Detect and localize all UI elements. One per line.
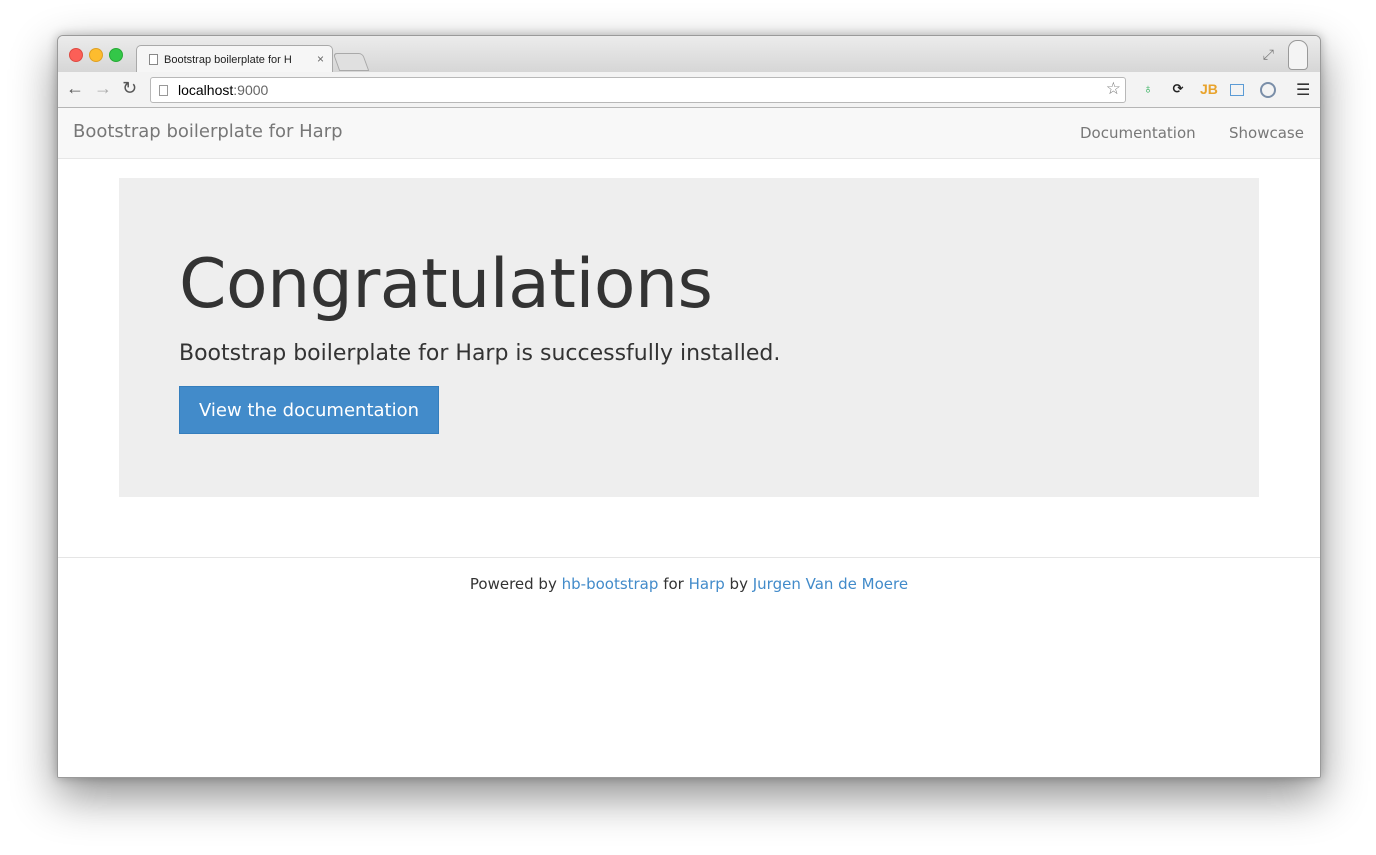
extension-jetbrains-icon[interactable]: JB bbox=[1200, 81, 1218, 97]
profile-avatar-icon[interactable] bbox=[1288, 40, 1308, 70]
url-port: :9000 bbox=[233, 82, 269, 98]
footer-link-hb-bootstrap[interactable]: hb-bootstrap bbox=[562, 575, 659, 593]
browser-tab[interactable]: Bootstrap boilerplate for H × bbox=[136, 45, 333, 73]
tab-title: Bootstrap boilerplate for H bbox=[164, 53, 292, 66]
forward-arrow-icon[interactable]: → bbox=[94, 78, 112, 99]
jumbotron: Congratulations Bootstrap boilerplate fo… bbox=[119, 178, 1259, 497]
footer-for: for bbox=[663, 575, 684, 593]
extension-sync-icon[interactable]: ⟳ bbox=[1170, 81, 1186, 97]
footer-by: by bbox=[729, 575, 748, 593]
extension-window-icon[interactable] bbox=[1230, 84, 1244, 96]
nav-link-showcase[interactable]: Showcase bbox=[1229, 124, 1304, 142]
page-icon bbox=[159, 84, 168, 96]
window-minimize-button[interactable] bbox=[89, 48, 103, 62]
back-arrow-icon[interactable]: ← bbox=[66, 78, 84, 99]
browser-window: Bootstrap boilerplate for H × ⤢ ← → ↻ lo… bbox=[57, 35, 1321, 778]
window-close-button[interactable] bbox=[69, 48, 83, 62]
hamburger-menu-icon[interactable]: ☰ bbox=[1296, 80, 1310, 100]
address-bar[interactable]: localhost :9000 ☆ bbox=[150, 77, 1126, 103]
footer-prefix: Powered by bbox=[469, 575, 557, 593]
tab-close-icon[interactable]: × bbox=[317, 52, 324, 66]
title-bar: Bootstrap boilerplate for H × ⤢ bbox=[58, 36, 1320, 73]
page-title: Congratulations bbox=[179, 245, 713, 324]
fullscreen-icon[interactable]: ⤢ bbox=[1263, 46, 1274, 63]
bookmark-star-icon[interactable]: ☆ bbox=[1106, 79, 1121, 99]
site-navbar: Bootstrap boilerplate for Harp Documenta… bbox=[58, 108, 1320, 159]
extension-green-icon[interactable]: ♁ bbox=[1140, 81, 1156, 97]
web-page: Bootstrap boilerplate for Harp Documenta… bbox=[58, 108, 1320, 777]
footer-link-harp[interactable]: Harp bbox=[689, 575, 725, 593]
footer-link-author[interactable]: Jurgen Van de Moere bbox=[753, 575, 908, 593]
reload-icon[interactable]: ↻ bbox=[122, 78, 137, 99]
new-tab-button[interactable] bbox=[332, 53, 370, 71]
extension-timer-icon[interactable] bbox=[1260, 82, 1276, 98]
window-maximize-button[interactable] bbox=[109, 48, 123, 62]
footer: Powered by hb-bootstrap for Harp by Jurg… bbox=[58, 557, 1320, 593]
footer-text: Powered by hb-bootstrap for Harp by Jurg… bbox=[58, 575, 1320, 593]
nav-link-documentation[interactable]: Documentation bbox=[1080, 124, 1196, 142]
browser-toolbar: ← → ↻ localhost :9000 ☆ ♁ ⟳ JB ☰ bbox=[58, 72, 1320, 108]
page-icon bbox=[149, 54, 158, 65]
lead-text: Bootstrap boilerplate for Harp is succes… bbox=[179, 341, 781, 366]
view-documentation-button[interactable]: View the documentation bbox=[179, 386, 439, 434]
navbar-brand[interactable]: Bootstrap boilerplate for Harp bbox=[73, 121, 343, 142]
url-host: localhost bbox=[178, 82, 234, 98]
